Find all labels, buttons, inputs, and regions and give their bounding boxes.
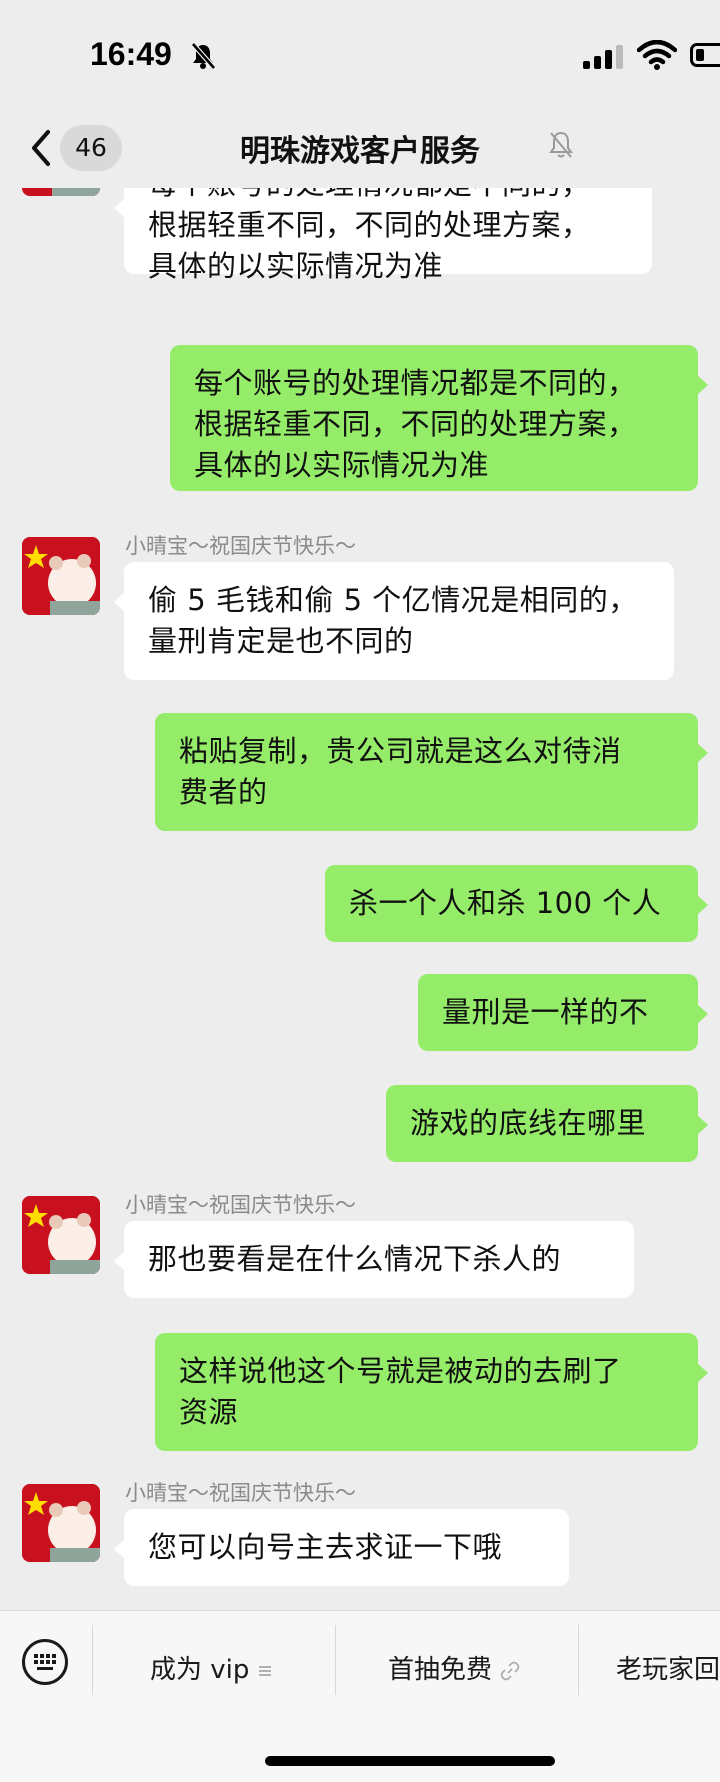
message-text: 您可以向号主去求证一下哦 [148, 1530, 503, 1564]
status-bar: 16:49 [0, 0, 720, 110]
service-menu-bar: 成为 vip 首抽免费 老玩家回 [0, 1610, 720, 1782]
message-text: 这样说他这个号就是被动的去刷了 资源 [179, 1354, 622, 1429]
avatar-flag-icon [22, 1484, 100, 1562]
avatar-flag-icon [22, 537, 100, 615]
menu-divider [92, 1625, 93, 1695]
keyboard-toggle-button[interactable] [22, 1639, 68, 1685]
chat-header: 46 明珠游戏客户服务 [0, 110, 720, 188]
menu-list-icon [259, 1665, 272, 1676]
home-indicator[interactable] [265, 1756, 555, 1766]
message-bubble-outgoing[interactable]: 每个账号的处理情况都是不同的， 根据轻重不同，不同的处理方案， 具体的以实际情况为准 [170, 345, 708, 491]
message-text: 每个账号的处理情况都是不同的，根据轻重不同，不同的处理方案，具体的以实际情况为准 [194, 366, 637, 482]
message-bubble-outgoing[interactable]: 杀一个人和杀 100 个人 [325, 865, 708, 942]
bell-slash-icon [549, 131, 573, 158]
message-text: 那也要看是在什么情况下杀人的 [148, 1242, 562, 1276]
message-bubble-incoming[interactable]: 您可以向号主去求证一下哦 [114, 1509, 569, 1586]
sender-name: 小晴宝～祝国庆节快乐～ [125, 534, 356, 558]
message-bubble-outgoing[interactable]: 量刑是一样的不 [418, 974, 708, 1051]
avatar[interactable] [22, 188, 100, 196]
wifi-icon [637, 40, 677, 70]
message-text: 杀一个人和杀 100 个人 [349, 886, 662, 920]
menu-item-label: 老玩家回 [616, 1655, 720, 1685]
cellular-signal-icon [583, 45, 623, 69]
message-bubble-incoming[interactable]: 每个账号的处理情况都是不同的，根据轻重不同，不同的处理方案，具体的以实际情况为准 [114, 188, 652, 283]
keyboard-icon [34, 1654, 56, 1670]
avatar[interactable] [22, 1196, 100, 1274]
avatar[interactable] [22, 1484, 100, 1562]
menu-item-label: 成为 vip [150, 1655, 250, 1685]
message-list[interactable]: 每个账号的处理情况都是不同的，根据轻重不同，不同的处理方案，具体的以实际情况为准… [0, 188, 720, 1610]
message-bubble-incoming[interactable]: 偷 5 毛钱和偷 5 个亿情况是相同的， 量刑肯定是也不同的 [114, 562, 674, 680]
menu-item-label: 首抽免费 [388, 1655, 493, 1685]
chat-title: 明珠游戏客户服务 [240, 134, 480, 169]
message-bubble-outgoing[interactable]: 粘贴复制，贵公司就是这么对待消 费者的 [155, 713, 708, 831]
message-text: 游戏的底线在哪里 [410, 1106, 647, 1140]
message-text: 每个账号的处理情况都是不同的，根据轻重不同，不同的处理方案，具体的以实际情况为准 [148, 188, 591, 283]
message-bubble-incoming[interactable]: 那也要看是在什么情况下杀人的 [114, 1221, 634, 1298]
message-bubble-outgoing[interactable]: 游戏的底线在哪里 [386, 1085, 708, 1162]
link-icon [500, 1661, 520, 1680]
sender-name: 小晴宝～祝国庆节快乐～ [125, 1481, 356, 1505]
menu-divider [578, 1625, 579, 1695]
bell-slash-icon [191, 42, 216, 70]
menu-item-free-draw[interactable]: 首抽免费 [388, 1649, 520, 1686]
sender-name: 小晴宝～祝国庆节快乐～ [125, 1193, 356, 1217]
avatar[interactable] [22, 537, 100, 615]
message-text: 偷 5 毛钱和偷 5 个亿情况是相同的， 量刑肯定是也不同的 [148, 583, 638, 658]
message-text: 粘贴复制，贵公司就是这么对待消 费者的 [179, 734, 622, 809]
avatar-flag-icon [22, 1196, 100, 1274]
menu-item-vip[interactable]: 成为 vip [150, 1649, 273, 1686]
menu-item-returning-player[interactable]: 老玩家回 [616, 1649, 720, 1686]
status-time: 16:49 [90, 36, 172, 72]
menu-divider [335, 1625, 336, 1695]
message-text: 量刑是一样的不 [442, 995, 649, 1029]
message-bubble-outgoing[interactable]: 这样说他这个号就是被动的去刷了 资源 [155, 1333, 708, 1451]
battery-icon [690, 43, 720, 67]
